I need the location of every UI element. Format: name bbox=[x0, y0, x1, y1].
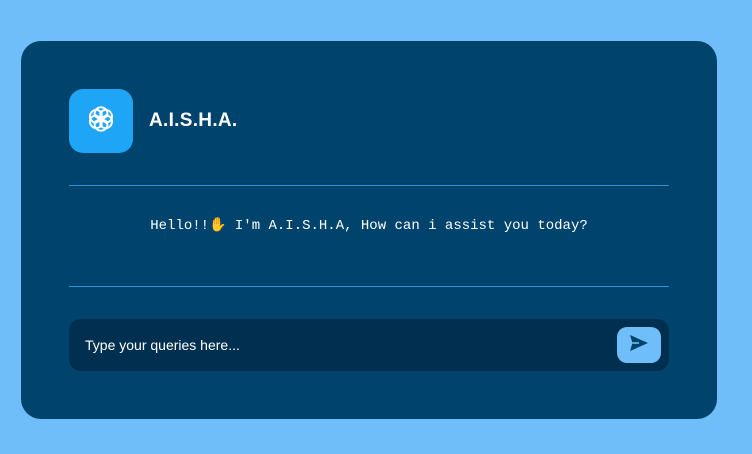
openai-knot-icon bbox=[83, 101, 119, 142]
chat-card: A.I.S.H.A. Hello!!✋ I'm A.I.S.H.A, How c… bbox=[21, 41, 717, 419]
greeting-text-end: I'm A.I.S.H.A, How can i assist you toda… bbox=[226, 218, 588, 234]
waving-hand-icon: ✋ bbox=[209, 217, 227, 233]
app-title: A.I.S.H.A. bbox=[149, 110, 238, 131]
bottom-divider bbox=[69, 286, 669, 287]
send-icon bbox=[629, 334, 649, 357]
greeting-message: Hello!!✋ I'm A.I.S.H.A, How can i assist… bbox=[69, 217, 669, 234]
message-composer bbox=[69, 319, 669, 371]
greeting-text-start: Hello!! bbox=[150, 218, 210, 234]
app-logo bbox=[69, 89, 133, 153]
chat-header: A.I.S.H.A. bbox=[69, 89, 238, 153]
query-input[interactable] bbox=[85, 319, 605, 371]
top-divider bbox=[69, 185, 669, 186]
send-button[interactable] bbox=[617, 327, 661, 363]
